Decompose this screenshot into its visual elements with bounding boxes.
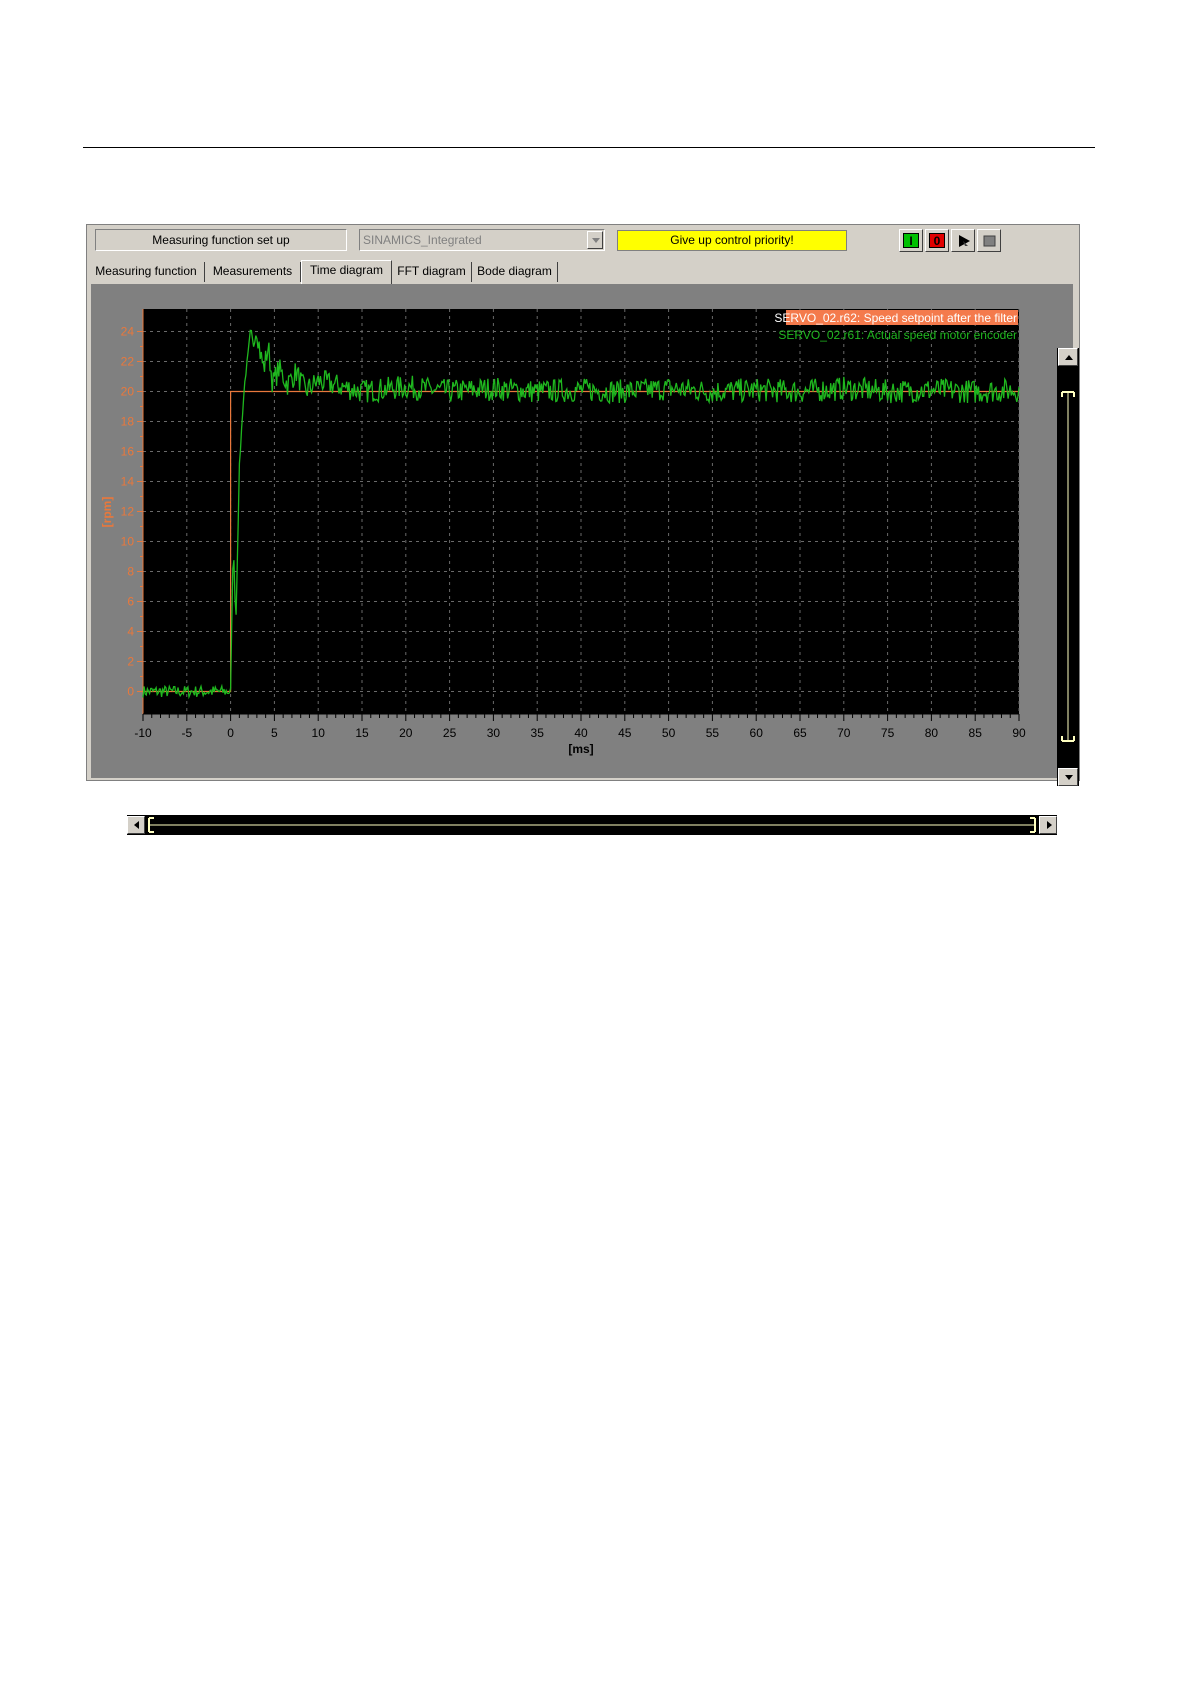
- arrow-down-icon: [1065, 775, 1073, 780]
- vertical-scrollbar[interactable]: [1057, 348, 1079, 786]
- x-tick-label: 10: [312, 726, 326, 740]
- y-tick-label: 0: [127, 685, 134, 699]
- legend-entry-setpoint: SERVO_02.r62: Speed setpoint after the f…: [774, 311, 1017, 325]
- time-diagram-chart: 024681012141618202224-10 -5 0 5 10 15 20 25 30 35…: [100, 309, 1026, 756]
- x-tick-label: 15: [355, 726, 369, 740]
- x-tick-label: 60: [750, 726, 764, 740]
- play-icon: [959, 235, 970, 247]
- x-tick-label: 80: [925, 726, 939, 740]
- x-tick-label: 20: [399, 726, 413, 740]
- y-tick-label: 20: [121, 385, 135, 399]
- start-trace-button[interactable]: [951, 229, 975, 252]
- y-tick-label: 2: [127, 655, 134, 669]
- x-tick-label: 35: [531, 726, 545, 740]
- x-tick-label: 85: [969, 726, 983, 740]
- stop-icon: [983, 235, 996, 247]
- x-tick-label: 65: [793, 726, 807, 740]
- x-tick-label: 5: [271, 726, 278, 740]
- scroll-right-button[interactable]: [1039, 816, 1057, 834]
- x-tick-label: 55: [706, 726, 720, 740]
- stop-trace-button[interactable]: [977, 229, 1001, 252]
- x-tick-label: 50: [662, 726, 676, 740]
- y-tick-label: 14: [121, 475, 135, 489]
- tab-bar: Measuring function Measurements Time dia…: [87, 260, 1079, 284]
- horizontal-scrollbar[interactable]: [127, 815, 1057, 835]
- x-tick-label: -10: [134, 726, 152, 740]
- tab-measurements[interactable]: Measurements: [205, 262, 301, 282]
- y-tick-label: 6: [127, 595, 134, 609]
- horizontal-zoom-bracket[interactable]: [127, 815, 1057, 835]
- tab-fft-diagram[interactable]: FFT diagram: [392, 262, 472, 282]
- x-tick-label: 40: [574, 726, 588, 740]
- x-tick-label: 30: [487, 726, 501, 740]
- arrow-right-icon: [1047, 821, 1052, 829]
- switch-on-button[interactable]: I: [899, 229, 923, 252]
- y-tick-label: 8: [127, 565, 134, 579]
- x-axis-label: [ms]: [568, 742, 593, 756]
- vertical-zoom-bracket[interactable]: [1057, 348, 1079, 786]
- status-field: Measuring function set up: [95, 229, 347, 251]
- y-tick-label: 10: [121, 535, 135, 549]
- switch-on-label: I: [903, 233, 919, 248]
- switch-off-label: 0: [929, 233, 945, 248]
- give-up-priority-button[interactable]: Give up control priority!: [617, 230, 847, 251]
- tab-bode-diagram[interactable]: Bode diagram: [472, 262, 558, 282]
- y-tick-label: 12: [121, 505, 135, 519]
- legend-entry-actual: SERVO_02.r61: Actual speed motor encoder: [778, 328, 1017, 342]
- scroll-down-button[interactable]: [1058, 768, 1078, 786]
- x-tick-label: 90: [1012, 726, 1026, 740]
- y-tick-label: 4: [127, 625, 134, 639]
- page-header-rule: [83, 147, 1095, 148]
- x-tick-label: 75: [881, 726, 895, 740]
- switch-off-button[interactable]: 0: [925, 229, 949, 252]
- x-tick-label: 45: [618, 726, 632, 740]
- device-select-dropdown-button[interactable]: [587, 231, 603, 249]
- chevron-down-icon: [592, 238, 600, 243]
- x-tick-label: 25: [443, 726, 457, 740]
- trace-window: Measuring function set up SINAMICS_Integ…: [86, 224, 1080, 835]
- tab-measuring-function[interactable]: Measuring function: [88, 262, 205, 282]
- x-tick-label: 70: [837, 726, 851, 740]
- y-tick-label: 22: [121, 355, 135, 369]
- device-select-value: SINAMICS_Integrated: [363, 233, 482, 247]
- y-tick-label: 16: [121, 445, 135, 459]
- y-tick-label: 18: [121, 415, 135, 429]
- y-tick-label: 24: [121, 325, 135, 339]
- x-tick-label: -5: [181, 726, 192, 740]
- diagram-panel: 0 2 4 6 8 10 12 14 16 18 20 22 24 -10 -5 0 5 10 15 20 25 30 35…: [91, 284, 1079, 835]
- tab-time-diagram[interactable]: Time diagram: [301, 260, 392, 284]
- x-tick-label: 0: [227, 726, 234, 740]
- device-select[interactable]: SINAMICS_Integrated: [359, 229, 605, 251]
- y-axis-label: [rpm]: [100, 497, 114, 528]
